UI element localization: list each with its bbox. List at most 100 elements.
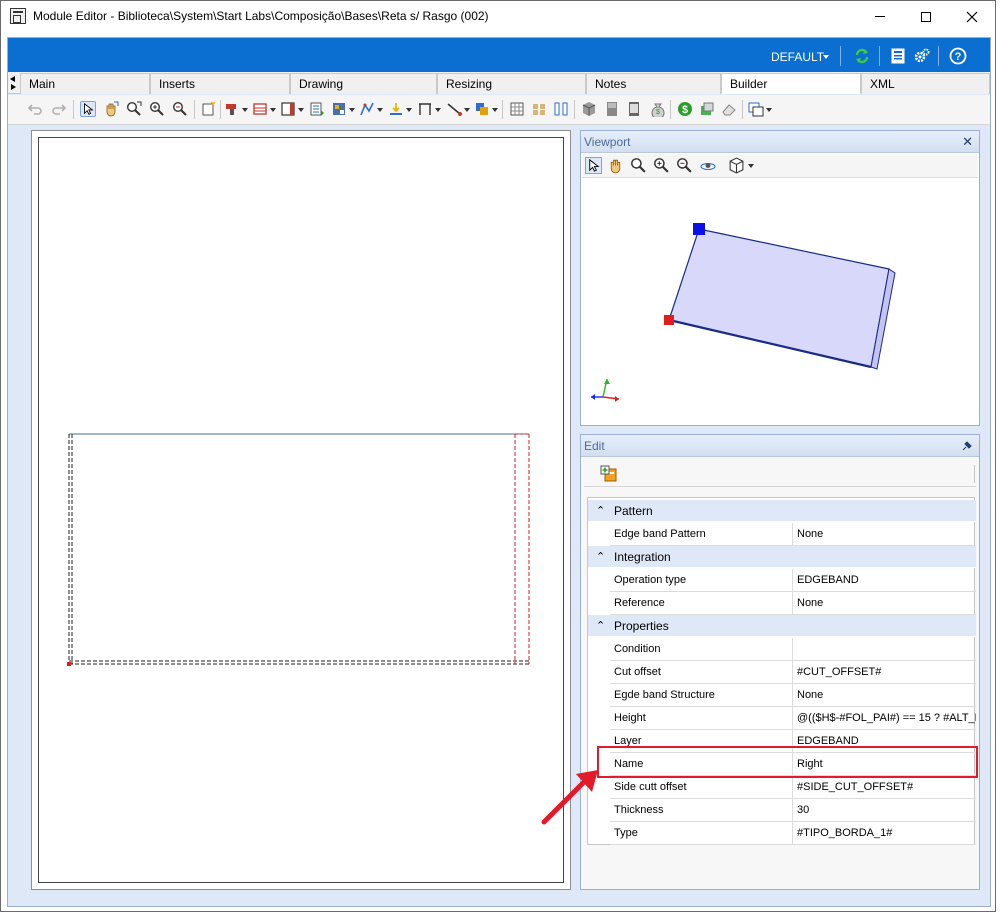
vertex-handle-blue[interactable] bbox=[693, 223, 705, 235]
property-row-edge-band-structure[interactable]: Egde band Structure None bbox=[610, 684, 976, 707]
chevron-down-icon[interactable] bbox=[242, 108, 248, 112]
cube-icon[interactable] bbox=[581, 101, 597, 117]
add-operation-icon[interactable] bbox=[600, 465, 618, 483]
chevron-down-icon[interactable] bbox=[349, 108, 355, 112]
property-name: Egde band Structure bbox=[610, 684, 793, 707]
tab-resizing[interactable]: Resizing bbox=[437, 73, 586, 94]
viewport-toolbar bbox=[582, 154, 978, 178]
drawing-canvas[interactable] bbox=[31, 130, 571, 890]
undo-icon[interactable] bbox=[27, 101, 43, 117]
view-cube-icon[interactable] bbox=[728, 157, 745, 174]
zoom-out-icon[interactable] bbox=[172, 101, 188, 117]
category-pattern[interactable]: ⌃ Pattern bbox=[588, 500, 976, 522]
door-icon[interactable] bbox=[626, 101, 642, 117]
panel-rows-icon[interactable] bbox=[252, 101, 268, 117]
property-row-side-cut-offset[interactable]: Side cutt offset #SIDE_CUT_OFFSET# bbox=[610, 776, 976, 799]
property-row-condition[interactable]: Condition bbox=[610, 638, 976, 661]
minimize-button[interactable] bbox=[857, 1, 903, 32]
grid-component-icon[interactable] bbox=[509, 101, 525, 117]
toolbar-divider bbox=[220, 100, 221, 119]
close-icon bbox=[966, 11, 978, 22]
category-integration[interactable]: ⌃ Integration bbox=[588, 546, 976, 568]
dimension-icon[interactable] bbox=[417, 101, 433, 117]
property-value[interactable] bbox=[794, 638, 976, 661]
tab-notes[interactable]: Notes bbox=[586, 73, 721, 94]
toolbar-divider bbox=[73, 100, 74, 119]
line-tool-icon[interactable] bbox=[446, 101, 462, 117]
zoom-extents-icon[interactable] bbox=[126, 101, 142, 117]
tab-main[interactable]: Main bbox=[20, 73, 150, 94]
property-value[interactable]: None bbox=[794, 523, 976, 546]
zoom-out-icon[interactable] bbox=[676, 157, 693, 174]
stack-blocks-icon[interactable] bbox=[474, 101, 490, 117]
refresh-icon[interactable] bbox=[853, 47, 871, 65]
pan-hand-icon[interactable] bbox=[607, 157, 624, 174]
part-drawing bbox=[67, 433, 530, 666]
profile-dropdown[interactable]: DEFAULT bbox=[771, 50, 824, 64]
chevron-down-icon[interactable] bbox=[435, 108, 441, 112]
select-pointer-icon[interactable] bbox=[585, 157, 602, 174]
chevron-down-icon[interactable] bbox=[748, 164, 754, 168]
cabinet-icon[interactable] bbox=[604, 101, 620, 117]
select-pointer-icon[interactable] bbox=[80, 101, 96, 117]
gears-icon[interactable] bbox=[913, 47, 931, 65]
property-row-type[interactable]: Type #TIPO_BORDA_1# bbox=[610, 822, 976, 845]
property-row-cut-offset[interactable]: Cut offset #CUT_OFFSET# bbox=[610, 661, 976, 684]
property-value[interactable]: @(($H$-#FOL_PAI#) == 15 ? #ALT_F bbox=[794, 707, 976, 730]
eraser-icon[interactable] bbox=[721, 101, 737, 117]
property-value[interactable]: #SIDE_CUT_OFFSET# bbox=[794, 776, 976, 799]
chevron-down-icon[interactable] bbox=[492, 108, 498, 112]
viewport-3d-canvas[interactable] bbox=[581, 179, 979, 425]
tab-inserts[interactable]: Inserts bbox=[150, 73, 290, 94]
category-properties[interactable]: ⌃ Properties bbox=[588, 615, 976, 637]
property-row-thickness[interactable]: Thickness 30 bbox=[610, 799, 976, 822]
property-row-operation-type[interactable]: Operation type EDGEBAND bbox=[610, 569, 976, 592]
tab-xml[interactable]: XML bbox=[861, 73, 990, 94]
zoom-extents-icon[interactable] bbox=[630, 157, 647, 174]
redo-icon[interactable] bbox=[51, 101, 67, 117]
chevron-down-icon[interactable] bbox=[377, 108, 383, 112]
fill-down-icon[interactable] bbox=[388, 101, 404, 117]
drawing-area[interactable] bbox=[38, 137, 564, 883]
property-value[interactable]: None bbox=[794, 684, 976, 707]
frame-icon[interactable] bbox=[280, 101, 296, 117]
columns-icon[interactable] bbox=[553, 101, 569, 117]
property-row-reference[interactable]: Reference None bbox=[610, 592, 976, 615]
property-value[interactable]: None bbox=[794, 592, 976, 615]
pin-icon[interactable] bbox=[961, 440, 973, 452]
drill-icon[interactable] bbox=[224, 101, 240, 117]
price-icon[interactable]: $ bbox=[677, 101, 693, 117]
pan-hand-icon[interactable] bbox=[103, 101, 119, 117]
property-value[interactable]: #TIPO_BORDA_1# bbox=[794, 822, 976, 845]
new-element-icon[interactable] bbox=[200, 101, 216, 117]
maximize-button[interactable] bbox=[903, 1, 949, 32]
chevron-down-icon[interactable] bbox=[406, 108, 412, 112]
property-value[interactable]: #CUT_OFFSET# bbox=[794, 661, 976, 684]
close-icon[interactable]: ✕ bbox=[962, 131, 973, 153]
zoom-in-icon[interactable] bbox=[653, 157, 670, 174]
zoom-in-icon[interactable] bbox=[149, 101, 165, 117]
orbit-icon[interactable] bbox=[699, 157, 717, 174]
tab-builder[interactable]: Builder bbox=[721, 73, 861, 94]
layout-icon[interactable] bbox=[331, 101, 347, 117]
window-layout-icon[interactable] bbox=[748, 101, 764, 117]
chevron-down-icon[interactable] bbox=[766, 108, 772, 112]
chevron-down-icon[interactable] bbox=[298, 108, 304, 112]
chevron-down-icon[interactable] bbox=[464, 108, 470, 112]
polyline-icon[interactable] bbox=[359, 101, 375, 117]
close-button[interactable] bbox=[949, 1, 995, 32]
blocks-icon[interactable] bbox=[531, 101, 547, 117]
material-icon[interactable] bbox=[699, 101, 715, 117]
insert-list-icon[interactable] bbox=[309, 101, 325, 117]
property-row-height[interactable]: Height @(($H$-#FOL_PAI#) == 15 ? #ALT_F bbox=[610, 707, 976, 730]
money-bag-icon[interactable]: $ bbox=[650, 101, 666, 117]
notebook-icon[interactable] bbox=[889, 47, 907, 65]
help-icon[interactable]: ? bbox=[949, 47, 967, 65]
chevron-down-icon[interactable] bbox=[270, 108, 276, 112]
property-value[interactable]: EDGEBAND bbox=[794, 569, 976, 592]
tab-scroll-arrows-icon[interactable] bbox=[8, 74, 18, 92]
property-row-edge-band-pattern[interactable]: Edge band Pattern None bbox=[610, 523, 976, 546]
tab-drawing[interactable]: Drawing bbox=[290, 73, 437, 94]
property-value[interactable]: 30 bbox=[794, 799, 976, 822]
vertex-handle-red[interactable] bbox=[664, 315, 674, 325]
